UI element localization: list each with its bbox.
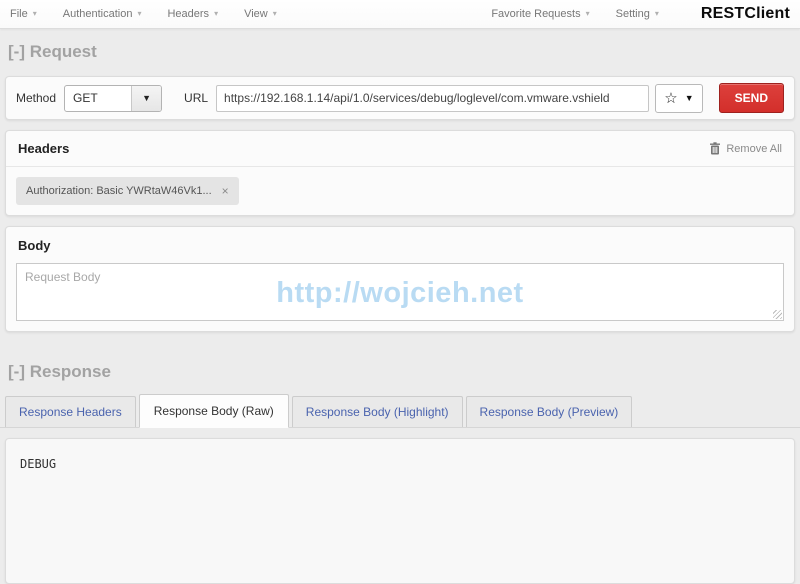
trash-icon — [710, 142, 721, 155]
body-title-row: Body — [6, 227, 794, 263]
request-section-toggle[interactable]: [-] Request — [8, 42, 792, 62]
chevron-down-icon: ▾ — [654, 9, 659, 18]
menu-authentication-label: Authentication — [62, 8, 133, 20]
chevron-down-icon: ▼ — [684, 93, 694, 103]
send-button[interactable]: SEND — [718, 83, 784, 113]
app-logo: RESTClient — [700, 5, 790, 22]
menu-view[interactable]: View ▾ — [244, 8, 277, 20]
url-label: URL — [184, 91, 209, 105]
method-select[interactable]: GET ▼ — [64, 84, 163, 112]
body-panel: Body http://wojcieh.net — [5, 226, 795, 332]
chevron-down-icon: ▾ — [585, 9, 590, 18]
menu-file[interactable]: File ▾ — [10, 8, 37, 20]
menu-setting-label: Setting — [615, 8, 650, 20]
method-url-panel: Method GET ▼ URL ☆ ▼ SEND — [5, 76, 795, 120]
headers-panel: Headers Remove All Authorization: Basic … — [5, 130, 795, 216]
authorization-header-label: Authorization: Basic YWRtaW46Vk1... — [26, 185, 212, 197]
remove-all-label: Remove All — [726, 142, 782, 155]
menu-favorite-requests-label: Favorite Requests — [491, 8, 581, 20]
chevron-down-icon: ▾ — [214, 9, 219, 18]
headers-tag-area: Authorization: Basic YWRtaW46Vk1... × — [6, 167, 794, 215]
chevron-down-icon: ▾ — [137, 9, 142, 18]
menu-view-label: View — [244, 8, 268, 20]
remove-all-button[interactable]: Remove All — [709, 142, 782, 155]
favorites-button[interactable]: ☆ ▼ — [655, 83, 703, 113]
tab-response-body-raw[interactable]: Response Body (Raw) — [138, 394, 289, 428]
method-select-value: GET — [73, 91, 98, 105]
menu-authentication[interactable]: Authentication ▾ — [63, 8, 142, 20]
menu-setting[interactable]: Setting ▾ — [616, 8, 659, 20]
chevron-down-icon: ▼ — [131, 85, 162, 111]
menu-file-label: File — [10, 8, 28, 20]
chevron-down-icon: ▾ — [272, 9, 277, 18]
menubar: File ▾ Authentication ▾ Headers ▾ View ▾… — [0, 0, 800, 29]
menu-headers-label: Headers — [167, 8, 210, 20]
response-body-content: DEBUG — [5, 438, 795, 584]
request-body-input[interactable] — [16, 263, 784, 321]
url-input[interactable] — [216, 84, 650, 112]
headers-title-row: Headers Remove All — [6, 131, 794, 167]
menu-favorite-requests[interactable]: Favorite Requests ▾ — [491, 8, 589, 20]
method-label: Method — [16, 91, 57, 105]
tab-response-body-highlight[interactable]: Response Body (Highlight) — [291, 396, 463, 427]
response-tabs: Response Headers Response Body (Raw) Res… — [0, 394, 800, 428]
chevron-down-icon: ▾ — [32, 9, 37, 18]
headers-title: Headers — [18, 141, 70, 156]
body-textarea-wrap: http://wojcieh.net — [16, 263, 784, 321]
tab-response-body-preview[interactable]: Response Body (Preview) — [465, 396, 633, 427]
star-icon: ☆ — [664, 89, 678, 107]
body-title: Body — [18, 238, 51, 253]
menubar-right: Favorite Requests ▾ Setting ▾ RESTClient — [491, 5, 790, 23]
tab-response-headers[interactable]: Response Headers — [5, 396, 136, 427]
menubar-left: File ▾ Authentication ▾ Headers ▾ View ▾ — [10, 8, 277, 20]
response-section-toggle[interactable]: [-] Response — [8, 362, 792, 382]
authorization-header-tag[interactable]: Authorization: Basic YWRtaW46Vk1... × — [16, 177, 239, 205]
menu-headers[interactable]: Headers ▾ — [167, 8, 218, 20]
close-icon[interactable]: × — [222, 184, 229, 198]
